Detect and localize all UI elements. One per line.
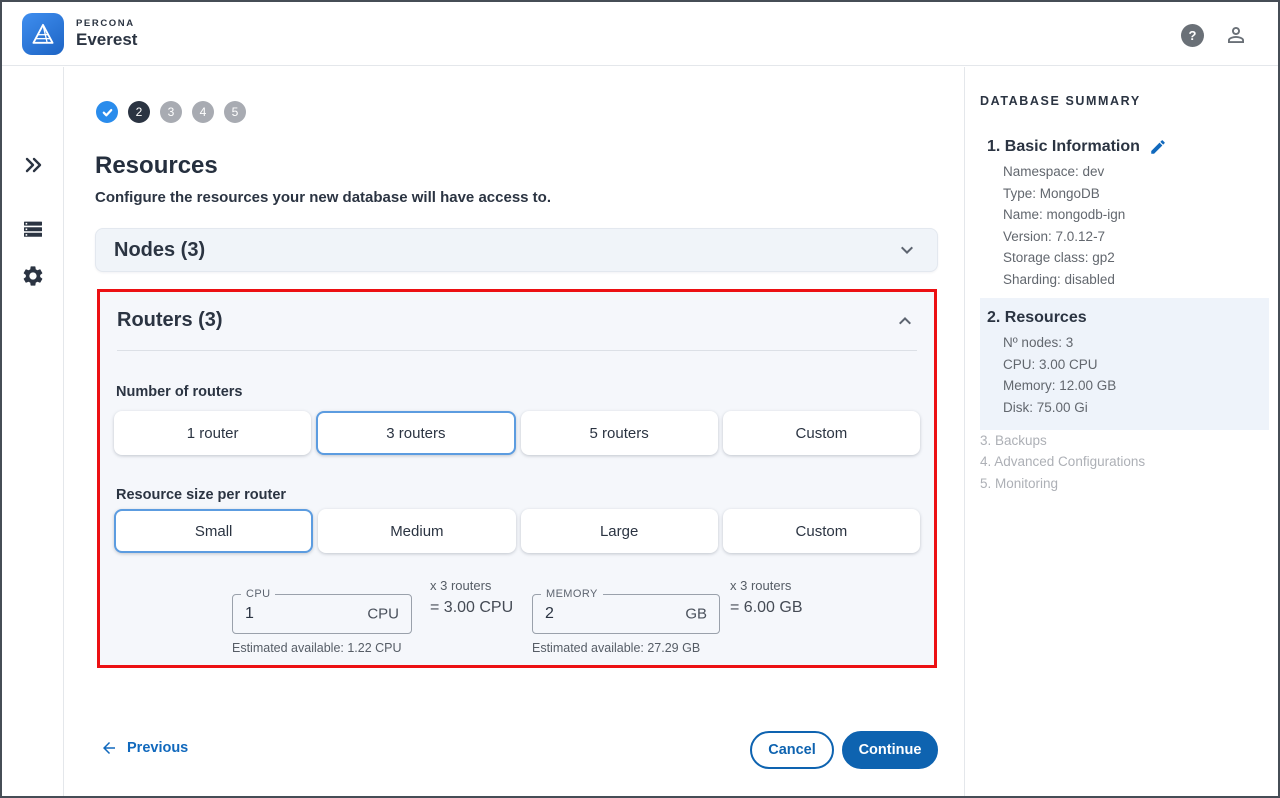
size-option-custom[interactable]: Custom xyxy=(723,509,920,553)
summary-item-namespace: Namespace: dev xyxy=(1003,161,1167,183)
summary-item-type: Type: MongoDB xyxy=(1003,183,1167,205)
previous-label: Previous xyxy=(127,740,188,756)
summary-step-monitoring: 5. Monitoring xyxy=(980,473,1145,494)
chevron-down-icon xyxy=(895,238,919,262)
brand-company: PERCONA xyxy=(76,19,137,29)
router-count-option-1[interactable]: 1 router xyxy=(114,411,311,455)
brand-text: PERCONA Everest xyxy=(76,19,137,49)
size-option-small-selected[interactable]: Small xyxy=(114,509,313,553)
arrow-left-icon xyxy=(100,739,118,757)
step-3[interactable]: 3 xyxy=(160,101,182,123)
chevron-up-icon xyxy=(893,309,917,333)
cpu-field: CPU CPU xyxy=(232,594,412,634)
database-summary-panel: DATABASE SUMMARY 1. Basic Information Na… xyxy=(964,67,1278,796)
step-5[interactable]: 5 xyxy=(224,101,246,123)
router-count-option-custom[interactable]: Custom xyxy=(723,411,920,455)
nodes-accordion-header[interactable]: Nodes (3) xyxy=(95,228,938,272)
size-option-medium[interactable]: Medium xyxy=(318,509,515,553)
topbar-actions: ? xyxy=(1181,23,1248,47)
everest-app-window: PERCONA Everest ? xyxy=(0,0,1280,798)
sidebar-databases-icon[interactable] xyxy=(21,217,45,241)
cpu-unit-adornment: CPU xyxy=(367,606,399,623)
page-subtitle: Configure the resources your new databas… xyxy=(95,189,551,206)
sidebar-expand-icon[interactable] xyxy=(21,153,45,177)
summary-resources-current: 2. Resources Nº nodes: 3 CPU: 3.00 CPU M… xyxy=(980,298,1269,430)
top-bar: PERCONA Everest ? xyxy=(2,2,1278,66)
nodes-accordion-title: Nodes (3) xyxy=(114,239,205,262)
basic-information-title: 1. Basic Information xyxy=(987,138,1140,156)
summary-step-advanced-configurations: 4. Advanced Configurations xyxy=(980,451,1145,472)
memory-totals: x 3 routers = 6.00 GB xyxy=(730,578,803,617)
cancel-button[interactable]: Cancel xyxy=(750,731,834,769)
summary-step-backups: 3. Backups xyxy=(980,430,1145,451)
user-profile-icon[interactable] xyxy=(1224,23,1248,47)
memory-helper-text: Estimated available: 27.29 GB xyxy=(532,639,750,658)
wizard-stepper: 2 3 4 5 xyxy=(96,101,246,123)
memory-field-label: MEMORY xyxy=(541,588,603,600)
cpu-totals: x 3 routers = 3.00 CPU xyxy=(430,578,513,617)
resource-size-toggle-group: Small Medium Large Custom xyxy=(114,509,920,553)
help-glyph: ? xyxy=(1189,28,1197,43)
router-count-option-5[interactable]: 5 routers xyxy=(521,411,718,455)
router-count-toggle-group: 1 router 3 routers 5 routers Custom xyxy=(114,411,920,455)
number-of-routers-label: Number of routers xyxy=(116,384,243,400)
size-option-large[interactable]: Large xyxy=(521,509,718,553)
memory-multiplier: x 3 routers xyxy=(730,578,803,593)
sidebar-settings-icon[interactable] xyxy=(21,264,45,288)
resource-size-label: Resource size per router xyxy=(116,487,286,503)
brand: PERCONA Everest xyxy=(22,13,137,55)
step-4[interactable]: 4 xyxy=(192,101,214,123)
cpu-multiplier: x 3 routers xyxy=(430,578,513,593)
routers-panel-highlighted: Routers (3) Number of routers 1 router 3… xyxy=(97,289,937,668)
edit-pencil-icon[interactable] xyxy=(1149,138,1167,156)
routers-accordion-header[interactable]: Routers (3) xyxy=(100,292,934,349)
memory-field: MEMORY GB xyxy=(532,594,720,634)
memory-total: = 6.00 GB xyxy=(730,599,803,617)
cpu-helper-text: Estimated available: 1.22 CPU xyxy=(232,639,450,658)
summary-upcoming-steps: 3. Backups 4. Advanced Configurations 5.… xyxy=(980,430,1145,494)
memory-unit-adornment: GB xyxy=(685,606,707,623)
percona-everest-logo-icon xyxy=(22,13,64,55)
step-2-active[interactable]: 2 xyxy=(128,101,150,123)
router-count-option-3-selected[interactable]: 3 routers xyxy=(316,411,515,455)
summary-item-memory: Memory: 12.00 GB xyxy=(1003,375,1269,397)
left-sidebar xyxy=(2,67,64,796)
summary-item-nodes: Nº nodes: 3 xyxy=(1003,332,1269,354)
cpu-field-label: CPU xyxy=(241,588,275,600)
summary-item-name: Name: mongodb-ign xyxy=(1003,204,1167,226)
summary-item-storage-class: Storage class: gp2 xyxy=(1003,247,1167,269)
summary-item-disk: Disk: 75.00 Gi xyxy=(1003,397,1269,419)
summary-item-version: Version: 7.0.12-7 xyxy=(1003,226,1167,248)
check-icon xyxy=(101,106,114,119)
page-title: Resources xyxy=(95,152,218,180)
help-icon[interactable]: ? xyxy=(1181,24,1204,47)
summary-basic-information: 1. Basic Information Namespace: dev Type… xyxy=(987,138,1167,291)
summary-item-cpu: CPU: 3.00 CPU xyxy=(1003,354,1269,376)
routers-accordion-title: Routers (3) xyxy=(117,309,223,332)
continue-button[interactable]: Continue xyxy=(842,731,938,769)
brand-product: Everest xyxy=(76,31,137,49)
summary-title: DATABASE SUMMARY xyxy=(980,94,1141,108)
cpu-total: = 3.00 CPU xyxy=(430,599,513,617)
previous-button[interactable]: Previous xyxy=(100,739,188,757)
step-1-completed[interactable] xyxy=(96,101,118,123)
divider xyxy=(117,350,917,351)
summary-item-sharding: Sharding: disabled xyxy=(1003,269,1167,291)
resources-section-title: 2. Resources xyxy=(987,309,1087,327)
